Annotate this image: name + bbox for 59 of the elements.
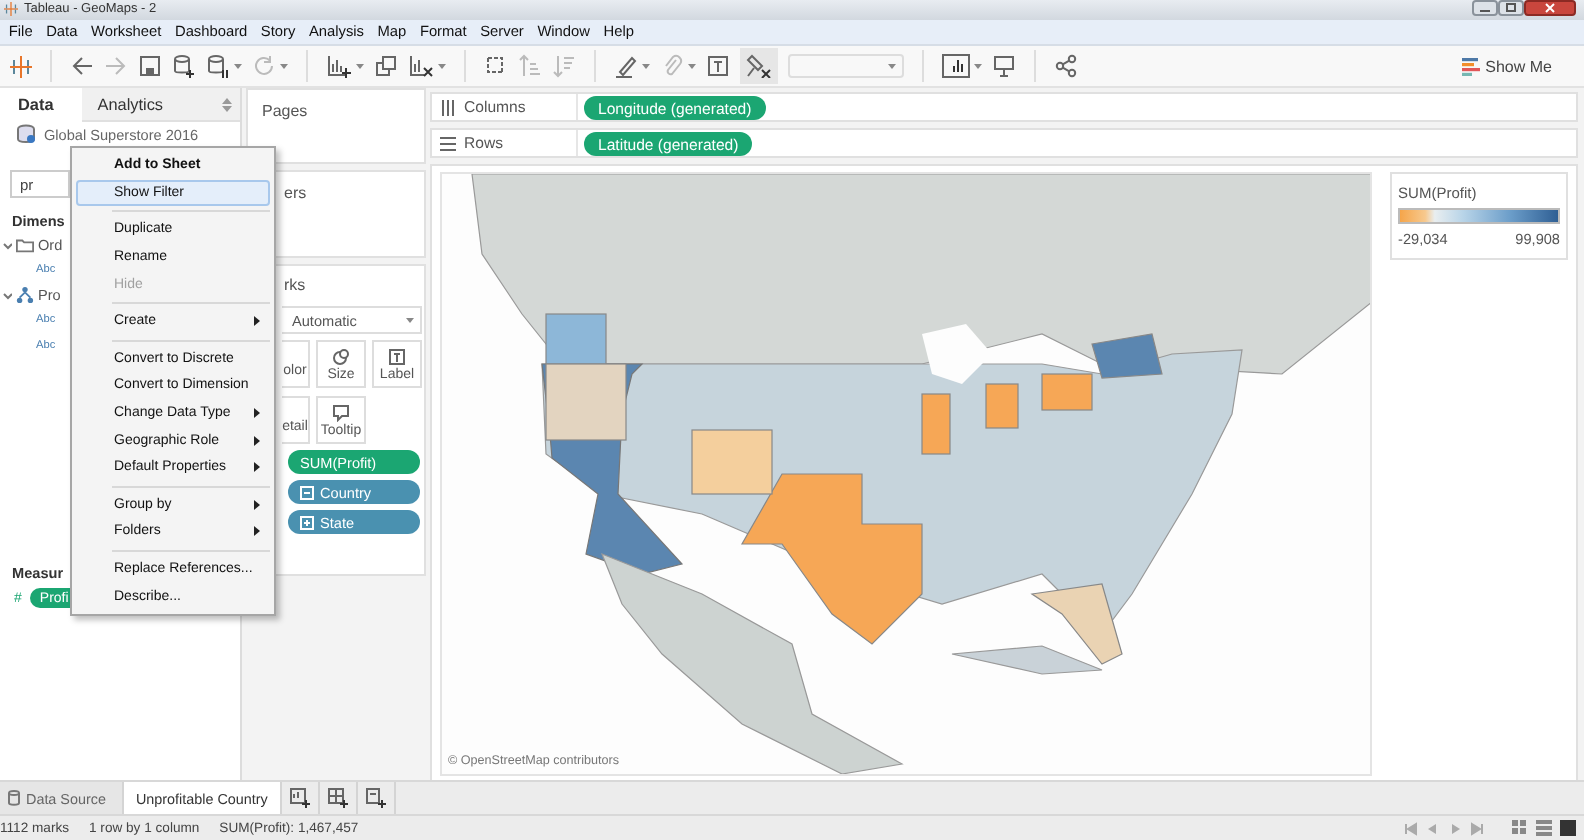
sort-descending-icon (552, 54, 576, 79)
folder-icon (16, 236, 34, 255)
swap-icon[interactable] (484, 54, 508, 79)
tableau-logo-icon[interactable] (10, 55, 32, 78)
save-icon[interactable] (138, 54, 162, 79)
card-title: ers (284, 184, 309, 203)
sort-icon (222, 97, 232, 112)
paperclip-icon (660, 54, 684, 79)
grid-view-icon[interactable] (1512, 820, 1528, 837)
caret-icon[interactable] (2, 239, 12, 252)
hierarchy-icon (16, 286, 34, 305)
database-pause-icon[interactable] (206, 54, 230, 79)
refresh-icon (252, 54, 276, 79)
app-logo-icon (4, 2, 18, 17)
new-worksheet-icon[interactable] (326, 54, 352, 79)
collapse-icon[interactable] (300, 485, 314, 500)
close-icon[interactable] (1524, 0, 1576, 16)
dropdown-caret-icon (888, 63, 896, 70)
caret-icon[interactable] (974, 63, 982, 70)
highlight-pen-icon[interactable] (614, 54, 638, 79)
database-add-icon[interactable] (172, 54, 196, 79)
label-icon (388, 347, 406, 366)
clear-sheet-icon[interactable] (408, 54, 434, 79)
list-view-icon[interactable] (1536, 820, 1552, 837)
new-dashboard-icon[interactable] (327, 788, 348, 809)
maximize-icon[interactable] (1498, 0, 1524, 16)
card-title: rks (282, 276, 308, 295)
database-icon (16, 124, 36, 145)
back-icon[interactable] (70, 54, 94, 79)
tooltip-icon (332, 403, 350, 422)
show-me-button[interactable]: Show Me (1461, 57, 1552, 76)
presentation-icon[interactable] (992, 54, 1016, 79)
duplicate-icon[interactable] (374, 54, 398, 79)
dropdown-caret-icon (406, 317, 414, 324)
expand-icon[interactable] (300, 515, 314, 530)
size-icon (332, 347, 350, 366)
fix-axes-icon[interactable] (746, 54, 772, 79)
new-worksheet-icon[interactable] (289, 788, 310, 809)
database-icon (8, 790, 20, 807)
card-title: Pages (262, 102, 310, 121)
share-icon[interactable] (1054, 54, 1078, 79)
caret-icon[interactable] (356, 63, 364, 70)
forward-icon (104, 54, 128, 79)
caret-icon[interactable] (642, 63, 650, 70)
caret-icon[interactable] (280, 63, 288, 70)
columns-icon (440, 99, 456, 116)
chart-type-icon[interactable] (942, 54, 970, 79)
filmstrip-view-icon[interactable] (1560, 820, 1576, 837)
caret-icon[interactable] (688, 63, 696, 70)
pane-tab[interactable]: Analytics (81, 88, 240, 123)
bars-icon (1461, 57, 1480, 76)
sort-ascending-icon (518, 54, 542, 79)
minimize-icon[interactable] (1472, 0, 1498, 16)
caret-icon[interactable] (2, 289, 12, 302)
caret-icon[interactable] (234, 63, 242, 70)
text-label-icon[interactable] (706, 54, 730, 79)
caret-icon[interactable] (438, 63, 446, 70)
rows-icon (440, 135, 456, 152)
new-story-icon[interactable] (365, 788, 386, 809)
